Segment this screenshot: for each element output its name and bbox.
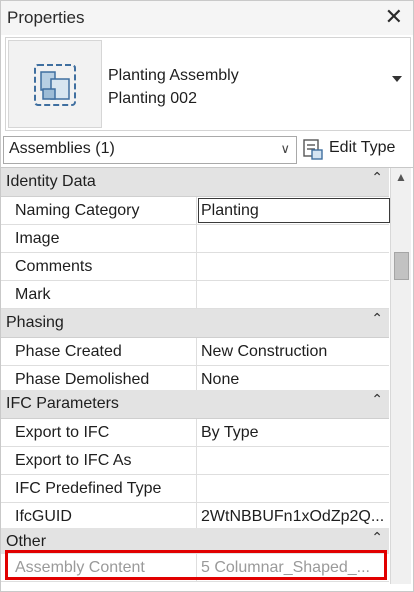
collapse-icon[interactable]: ⌃ — [371, 169, 383, 186]
group-label: IFC Parameters — [6, 395, 119, 412]
property-value[interactable] — [199, 253, 387, 280]
property-name: Assembly Content — [1, 554, 197, 581]
group-other[interactable]: Other ⌃ — [1, 528, 389, 557]
group-identity-data[interactable]: Identity Data ⌃ — [1, 168, 389, 197]
property-row[interactable]: Comments — [1, 253, 389, 281]
title-bar: Properties ✕ — [1, 1, 413, 35]
group-ifc-parameters[interactable]: IFC Parameters ⌃ — [1, 390, 389, 419]
close-icon[interactable]: ✕ — [385, 4, 403, 30]
property-name: IfcGUID — [1, 503, 197, 530]
vertical-scrollbar[interactable]: ▲ — [390, 168, 411, 584]
edit-type-label: Edit Type — [329, 139, 396, 156]
chevron-down-icon: ∨ — [280, 141, 290, 156]
group-label: Phasing — [6, 314, 64, 331]
collapse-icon[interactable]: ⌃ — [371, 310, 383, 327]
group-label: Other — [6, 533, 47, 550]
property-row[interactable]: Export to IFC By Type — [1, 419, 389, 447]
property-value[interactable] — [199, 281, 387, 308]
property-row[interactable]: IFC Predefined Type — [1, 475, 389, 503]
property-row[interactable]: IfcGUID 2WtNBBUFn1xOdZp2Q... — [1, 503, 389, 531]
collapse-icon[interactable]: ⌃ — [371, 529, 383, 546]
group-phasing[interactable]: Phasing ⌃ — [1, 309, 389, 338]
palette-title: Properties — [7, 8, 85, 27]
edit-type-icon — [303, 139, 323, 160]
properties-grid: Identity Data ⌃ Naming Category Planting… — [1, 167, 413, 584]
property-name: Phase Created — [1, 338, 197, 365]
property-value[interactable] — [199, 447, 387, 474]
property-name: Export to IFC As — [1, 447, 197, 474]
properties-palette: Properties ✕ Planting Assembly Planting … — [0, 0, 414, 592]
type-family: Planting Assembly — [108, 67, 239, 84]
type-dropdown-arrow-icon[interactable] — [392, 76, 402, 82]
property-name: Mark — [1, 281, 197, 308]
group-label: Identity Data — [6, 173, 96, 190]
property-row[interactable]: Mark — [1, 281, 389, 309]
property-name: Export to IFC — [1, 419, 197, 446]
property-name: Image — [1, 225, 197, 252]
type-type: Planting 002 — [108, 90, 197, 107]
scrollbar-thumb[interactable] — [394, 252, 409, 280]
instance-filter-value: Assemblies (1) — [9, 140, 115, 157]
property-value-input[interactable]: Planting — [198, 198, 390, 223]
property-value[interactable] — [199, 475, 387, 502]
type-selector[interactable]: Planting Assembly Planting 002 — [5, 37, 411, 131]
property-row: Assembly Content 5 Columnar_Shaped_... — [1, 554, 389, 582]
property-row[interactable]: Naming Category Planting — [1, 197, 390, 225]
filter-row: Assemblies (1) ∨ Edit Type — [1, 134, 413, 166]
property-row[interactable]: Phase Created New Construction — [1, 338, 389, 366]
property-row[interactable]: Export to IFC As — [1, 447, 389, 475]
property-value[interactable] — [199, 225, 387, 252]
type-name: Planting Assembly Planting 002 — [108, 64, 239, 110]
property-value[interactable]: None — [199, 366, 387, 393]
property-row[interactable]: Image — [1, 225, 389, 253]
property-value[interactable]: 2WtNBBUFn1xOdZp2Q... — [199, 503, 387, 530]
property-name: Naming Category — [1, 197, 197, 224]
scroll-up-icon[interactable]: ▲ — [391, 168, 411, 186]
property-value[interactable]: New Construction — [199, 338, 387, 365]
property-value: 5 Columnar_Shaped_... — [201, 559, 370, 576]
property-name: Comments — [1, 253, 197, 280]
collapse-icon[interactable]: ⌃ — [371, 391, 383, 408]
instance-filter-dropdown[interactable]: Assemblies (1) ∨ — [3, 136, 297, 164]
assembly-icon — [8, 40, 102, 128]
property-name: Phase Demolished — [1, 366, 197, 393]
property-name: IFC Predefined Type — [1, 475, 197, 502]
property-value[interactable]: By Type — [199, 419, 387, 446]
